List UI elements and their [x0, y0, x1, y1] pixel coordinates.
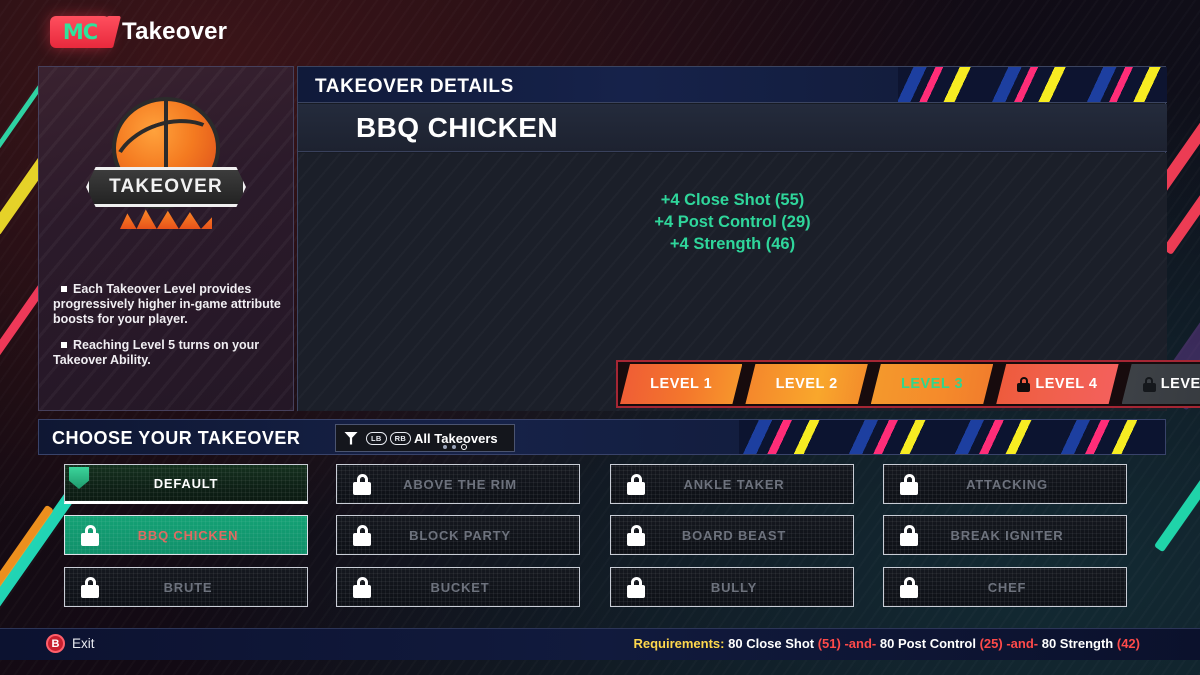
requirement-1-value: (51): [817, 636, 841, 651]
level-segment-2[interactable]: LEVEL 2: [745, 364, 867, 404]
choose-takeover-title: CHOOSE YOUR TAKEOVER: [52, 428, 301, 448]
lock-icon: [627, 576, 645, 598]
takeover-tile-label: ATTACKING: [966, 476, 1048, 492]
choose-takeover-bar: CHOOSE YOUR TAKEOVER LB RB All Takeovers: [38, 419, 1166, 455]
info-bullets: Each Takeover Level provides progressive…: [53, 282, 285, 379]
requirement-2-name: 80 Post Control: [879, 636, 976, 651]
takeover-tile-attacking[interactable]: ATTACKING: [883, 464, 1127, 504]
takeover-tile-break-igniter[interactable]: BREAK IGNITER: [883, 515, 1127, 555]
takeover-tile-label: BRUTE: [163, 579, 213, 595]
takeover-tile-default[interactable]: DEFAULT: [64, 464, 308, 504]
takeover-tile-brute[interactable]: BRUTE: [64, 567, 308, 607]
app-logo-text: MC: [62, 20, 98, 44]
takeover-tile-label: BUCKET: [430, 579, 490, 595]
takeover-name: BBQ CHICKEN: [356, 112, 558, 143]
emblem-banner: TAKEOVER: [86, 167, 246, 207]
lock-icon: [353, 524, 371, 546]
header-stripes-decoration: [898, 67, 1167, 102]
takeover-grid: DEFAULT BBQ CHICKEN BRUTE ABOVE THE RIM …: [38, 460, 1166, 622]
page-title: Takeover: [122, 18, 228, 45]
takeover-tile-label: BLOCK PARTY: [409, 527, 511, 543]
level-4-label: LEVEL 4: [1035, 376, 1098, 392]
takeover-tile-block-party[interactable]: BLOCK PARTY: [336, 515, 580, 555]
lock-icon: [81, 524, 99, 546]
takeover-tile-label: BREAK IGNITER: [950, 527, 1064, 543]
info-bullet-1-row: Each Takeover Level provides progressive…: [53, 282, 285, 327]
info-bullet-1: Each Takeover Level provides progressive…: [53, 282, 281, 326]
lock-icon: [81, 576, 99, 598]
takeover-name-bar: BBQ CHICKEN: [298, 104, 1167, 152]
takeover-tile-above-the-rim[interactable]: ABOVE THE RIM: [336, 464, 580, 504]
requirement-3-name: 80 Strength: [1041, 636, 1114, 651]
filter-icon: [336, 431, 366, 445]
lock-icon: [627, 473, 645, 495]
bottom-status-bar: B Exit Requirements: 80 Close Shot (51) …: [0, 628, 1200, 660]
takeover-tile-board-beast[interactable]: BOARD BEAST: [610, 515, 854, 555]
takeover-tile-label: BULLY: [710, 579, 758, 595]
takeover-tile-ankle-taker[interactable]: ANKLE TAKER: [610, 464, 854, 504]
takeover-tile-bully[interactable]: BULLY: [610, 567, 854, 607]
takeover-tile-label: ABOVE THE RIM: [403, 476, 517, 492]
takeover-tile-label: ANKLE TAKER: [683, 476, 785, 492]
boost-line: +4 Strength (46): [669, 235, 796, 253]
level-progress-bar: LEVEL 1 LEVEL 2 LEVEL 3 LEVEL 4 LEVEL 5: [616, 360, 1200, 408]
level-segment-3[interactable]: LEVEL 3: [871, 364, 993, 404]
bumper-lb-icon[interactable]: LB: [366, 431, 387, 445]
lock-icon: [900, 473, 918, 495]
lock-icon: [900, 576, 918, 598]
details-header-title: TAKEOVER DETAILS: [315, 76, 514, 97]
lock-icon: [1017, 377, 1030, 392]
pagination-dots: [443, 444, 467, 450]
info-bullet-2-row: Reaching Level 5 turns on your Takeover …: [53, 338, 285, 368]
requirement-3-value: (42): [1116, 636, 1140, 651]
emblem-banner-label: TAKEOVER: [109, 176, 223, 197]
lock-icon: [627, 524, 645, 546]
level-segment-4[interactable]: LEVEL 4: [996, 364, 1118, 404]
info-bullet-2: Reaching Level 5 turns on your Takeover …: [53, 338, 260, 367]
boost-line: +4 Close Shot (55): [660, 191, 805, 209]
level-segment-5[interactable]: LEVEL 5: [1122, 364, 1200, 404]
lock-icon: [353, 473, 371, 495]
requirements-text: Requirements: 80 Close Shot (51) -and- 8…: [0, 636, 1160, 651]
lock-icon: [900, 524, 918, 546]
takeover-tile-bbq-chicken[interactable]: BBQ CHICKEN: [64, 515, 308, 555]
takeover-tile-bucket[interactable]: BUCKET: [336, 567, 580, 607]
takeover-tile-label: CHEF: [987, 579, 1027, 595]
takeover-tile-label: DEFAULT: [153, 475, 219, 491]
requirement-and-1: -and-: [844, 636, 877, 651]
app-header: MC Takeover: [0, 0, 1200, 62]
takeover-tile-label: BBQ CHICKEN: [137, 527, 239, 543]
level-2-label: LEVEL 2: [775, 376, 838, 392]
level-segment-1[interactable]: LEVEL 1: [620, 364, 742, 404]
requirement-1-name: 80 Close Shot: [728, 636, 815, 651]
level-5-label: LEVEL 5: [1160, 376, 1200, 392]
requirement-2-value: (25): [979, 636, 1003, 651]
page-dot[interactable]: [443, 445, 447, 449]
takeover-info-panel: TAKEOVER Each Takeover Level provides pr…: [38, 66, 294, 411]
bullet-square-icon: [61, 342, 67, 348]
page-dot[interactable]: [452, 445, 456, 449]
takeover-filter-control[interactable]: LB RB All Takeovers: [335, 424, 515, 452]
page-dot-active[interactable]: [461, 444, 467, 450]
lock-icon: [1143, 377, 1156, 392]
takeover-emblem: TAKEOVER: [86, 97, 246, 229]
requirement-and-2: -and-: [1006, 636, 1039, 651]
app-logo: MC: [50, 16, 110, 48]
takeover-details-panel: TAKEOVER DETAILS BBQ CHICKEN +4 Close Sh…: [297, 66, 1200, 411]
lock-icon: [353, 576, 371, 598]
attribute-boosts: +4 Close Shot (55) +4 Post Control (29) …: [298, 189, 1167, 255]
choose-bar-stripes-decoration: [739, 420, 1165, 454]
details-header: TAKEOVER DETAILS: [298, 67, 1167, 103]
bullet-square-icon: [61, 286, 67, 292]
level-1-label: LEVEL 1: [650, 376, 713, 392]
boost-line: +4 Post Control (29): [654, 213, 811, 231]
takeover-tile-chef[interactable]: CHEF: [883, 567, 1127, 607]
takeover-tile-label: BOARD BEAST: [681, 527, 787, 543]
requirements-prefix: Requirements:: [633, 636, 725, 651]
level-3-label: LEVEL 3: [900, 376, 964, 392]
bumper-rb-icon[interactable]: RB: [389, 431, 412, 445]
